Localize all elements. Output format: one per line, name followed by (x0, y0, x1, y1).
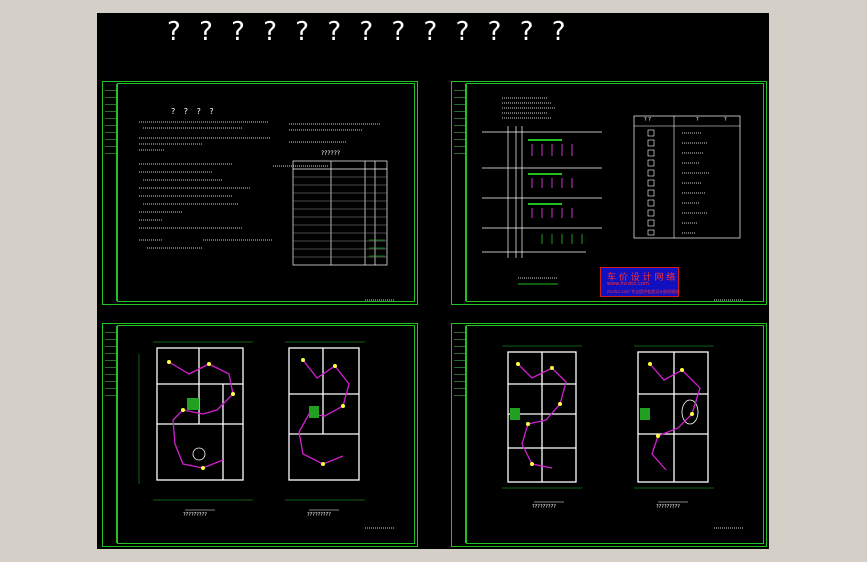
sheet-floor-plans-1: ????????? ????????? (102, 323, 418, 547)
legend-header-1: ? ? (644, 117, 651, 123)
design-notes-drawing (139, 121, 395, 301)
floor-plan-caption-right: ????????? (307, 512, 331, 518)
floor-plan-caption-left: ????????? (532, 504, 556, 510)
drawing-title: ? ? ? ? ? ? ? ? ? ? ? ? ? (167, 17, 571, 47)
legend-header-3: ? (724, 117, 727, 123)
cad-viewport[interactable]: ? ? ? ? ? ? ? ? ? ? ? ? ? ? ? ? ? ?????? (97, 13, 769, 549)
watermark-stamp: 车 价 设 计 网 络 www.mcdcc.com mcdcc.com 专业提供… (600, 267, 679, 297)
stamp-line-2: www.mcdcc.com (607, 281, 649, 287)
floor-plan-drawing-1 (138, 341, 395, 529)
stamp-line-3: mcdcc.com 专业提供各类设计图纸服务 (607, 289, 680, 294)
sheet-design-notes: ? ? ? ? ?????? (102, 81, 418, 305)
sheet-floor-plans-2: ????????? ????????? (451, 323, 767, 547)
floor-plan-caption-right: ????????? (656, 504, 680, 510)
floor-plan-caption-left: ????????? (183, 512, 207, 518)
legend-header-2: ? (696, 117, 699, 123)
floor-plan-drawing-2 (502, 345, 744, 529)
